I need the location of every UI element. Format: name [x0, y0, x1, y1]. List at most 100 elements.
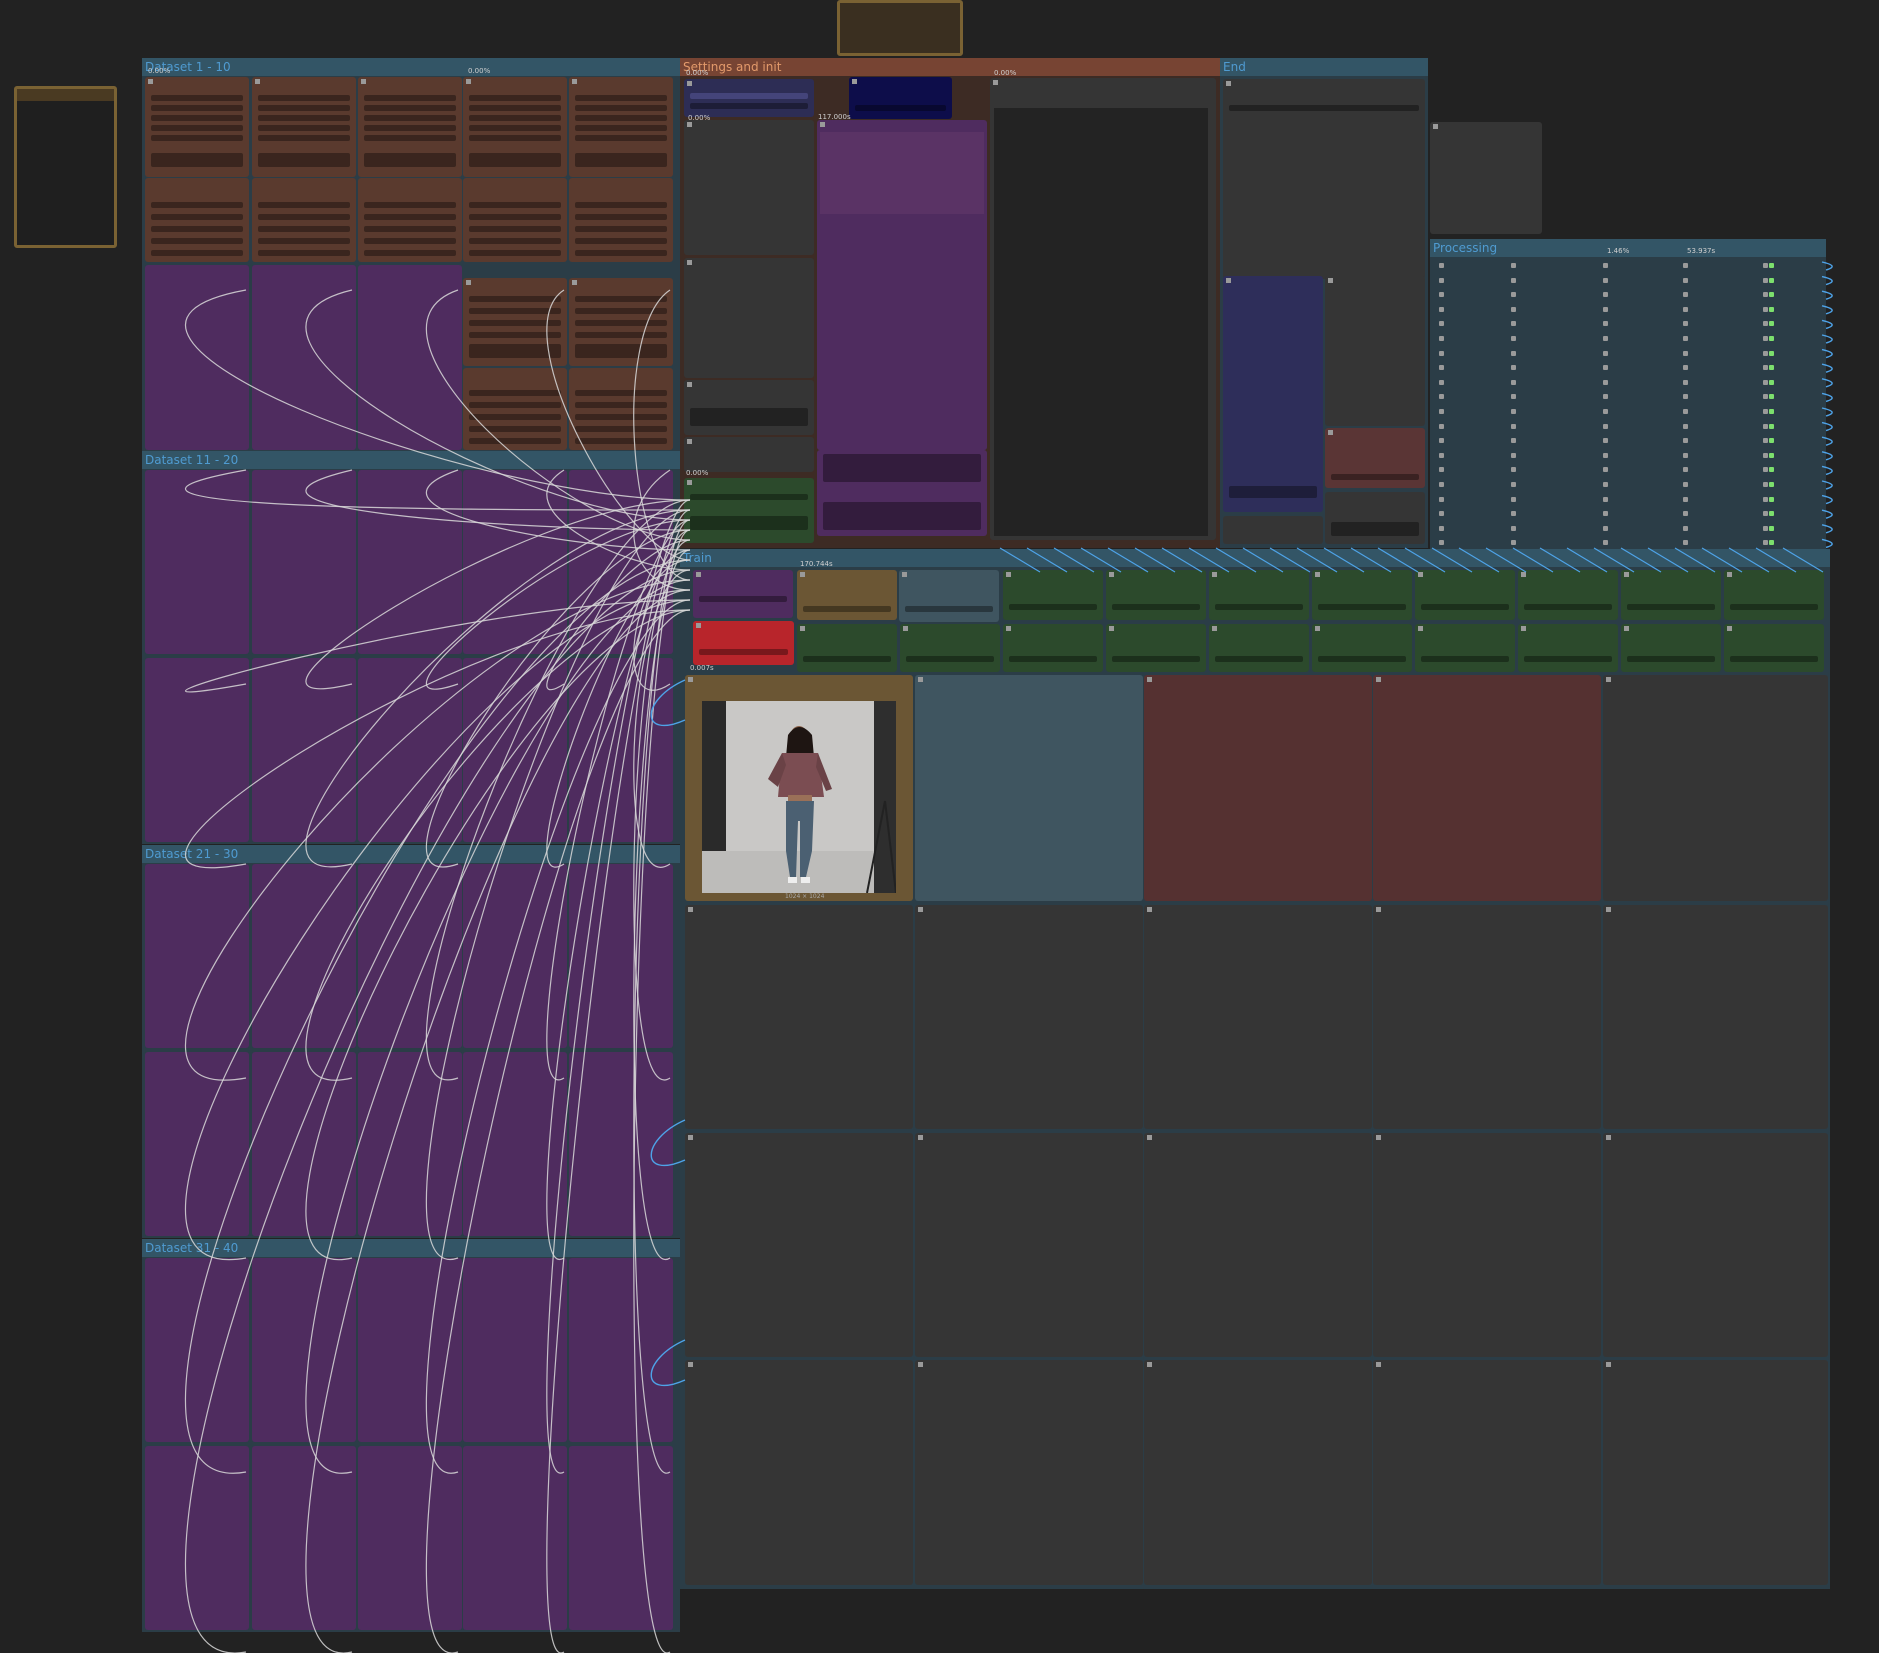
socket-dot[interactable]: [1763, 482, 1768, 487]
settings-node-model[interactable]: [684, 79, 814, 117]
float-node-right[interactable]: [1430, 122, 1542, 234]
socket-dot[interactable]: [1511, 263, 1516, 268]
preview-node-empty[interactable]: [915, 905, 1143, 1129]
socket-dot[interactable]: [1683, 336, 1688, 341]
dataset-caption-node[interactable]: [252, 178, 356, 262]
settings-node-list[interactable]: [684, 120, 814, 255]
dataset-caption-node[interactable]: [463, 178, 567, 262]
train-step-node[interactable]: [1003, 570, 1103, 620]
socket-dot[interactable]: [1603, 379, 1608, 385]
socket-dot[interactable]: [1439, 496, 1444, 502]
preview-node-empty[interactable]: [1373, 905, 1601, 1129]
socket-dot[interactable]: [1763, 336, 1768, 341]
socket-dot[interactable]: [1769, 379, 1774, 385]
dataset-node-collapsed[interactable]: [145, 658, 249, 842]
dataset-node-collapsed[interactable]: [252, 658, 356, 842]
train-step-node[interactable]: [797, 624, 897, 672]
dataset-node-collapsed[interactable]: [252, 1052, 356, 1236]
preview-node-empty[interactable]: [685, 1133, 913, 1357]
train-step-node[interactable]: [900, 624, 1000, 672]
socket-dot[interactable]: [1603, 350, 1608, 356]
socket-dot[interactable]: [1511, 321, 1516, 327]
dataset-node-collapsed[interactable]: [145, 1258, 249, 1442]
socket-dot[interactable]: [1439, 263, 1444, 268]
socket-dot[interactable]: [1439, 511, 1444, 517]
socket-dot[interactable]: [1439, 438, 1444, 444]
socket-dot[interactable]: [1763, 321, 1768, 327]
dataset-node-collapsed[interactable]: [358, 1258, 462, 1442]
socket-dot[interactable]: [1439, 452, 1444, 458]
dataset-caption-node[interactable]: [569, 368, 673, 450]
loose-frame-node-left[interactable]: [14, 86, 117, 248]
socket-dot[interactable]: [1603, 321, 1608, 327]
settings-node-prompt-2[interactable]: [817, 410, 987, 450]
train-step-node[interactable]: [1209, 624, 1309, 672]
socket-dot[interactable]: [1763, 306, 1768, 312]
socket-dot[interactable]: [1683, 409, 1688, 414]
socket-dot[interactable]: [1769, 525, 1774, 531]
dataset-node-collapsed[interactable]: [463, 1258, 567, 1442]
train-step-node[interactable]: [1106, 570, 1206, 620]
socket-dot[interactable]: [1683, 365, 1688, 371]
settings-node-green[interactable]: [684, 478, 814, 543]
socket-dot[interactable]: [1769, 409, 1774, 414]
socket-dot[interactable]: [1603, 263, 1608, 268]
preview-node-empty[interactable]: [685, 1360, 913, 1585]
socket-dot[interactable]: [1511, 277, 1516, 283]
dataset-node-collapsed[interactable]: [463, 1446, 567, 1630]
socket-dot[interactable]: [1511, 467, 1516, 473]
socket-dot[interactable]: [1511, 306, 1516, 312]
socket-dot[interactable]: [1769, 263, 1774, 268]
socket-dot[interactable]: [1511, 409, 1516, 414]
preview-node-empty[interactable]: [1603, 1360, 1828, 1585]
dataset-load-node[interactable]: [569, 77, 673, 177]
socket-dot[interactable]: [1769, 540, 1774, 546]
socket-dot[interactable]: [1763, 263, 1768, 268]
socket-dot[interactable]: [1683, 306, 1688, 312]
train-node-red[interactable]: [693, 621, 794, 665]
preview-node-empty[interactable]: [1144, 1360, 1372, 1585]
settings-node-list-2[interactable]: [684, 258, 814, 378]
socket-dot[interactable]: [1511, 496, 1516, 502]
socket-dot[interactable]: [1763, 438, 1768, 444]
preview-node-4[interactable]: [1373, 675, 1601, 901]
socket-dot[interactable]: [1439, 379, 1444, 385]
socket-dot[interactable]: [1683, 540, 1688, 546]
socket-dot[interactable]: [1683, 496, 1688, 502]
socket-dot[interactable]: [1603, 525, 1608, 531]
socket-dot[interactable]: [1603, 511, 1608, 517]
socket-dot[interactable]: [1511, 540, 1516, 546]
dataset-node-collapsed[interactable]: [569, 1258, 673, 1442]
dataset-node-collapsed[interactable]: [252, 1446, 356, 1630]
node-graph-canvas[interactable]: Dataset 1 - 10 Dataset 11 - 20 Dataset 2…: [0, 0, 1879, 1653]
socket-dot[interactable]: [1683, 511, 1688, 517]
socket-dot[interactable]: [1769, 365, 1774, 371]
dataset-caption-node[interactable]: [463, 368, 567, 450]
train-node-slate[interactable]: [899, 570, 999, 622]
dataset-load-node[interactable]: [252, 77, 356, 177]
socket-dot[interactable]: [1763, 292, 1768, 298]
socket-dot[interactable]: [1603, 540, 1608, 546]
socket-dot[interactable]: [1439, 350, 1444, 356]
settings-node-small[interactable]: [684, 380, 814, 435]
dataset-caption-node[interactable]: [145, 178, 249, 262]
dataset-load-node[interactable]: [569, 278, 673, 366]
socket-dot[interactable]: [1683, 452, 1688, 458]
dataset-node-collapsed[interactable]: [358, 265, 462, 450]
dataset-node-collapsed[interactable]: [252, 864, 356, 1048]
dataset-load-node[interactable]: [463, 77, 567, 177]
socket-dot[interactable]: [1769, 438, 1774, 444]
socket-dot[interactable]: [1603, 467, 1608, 473]
socket-dot[interactable]: [1439, 482, 1444, 487]
dataset-node-collapsed[interactable]: [569, 1446, 673, 1630]
train-step-node[interactable]: [1106, 624, 1206, 672]
socket-dot[interactable]: [1603, 292, 1608, 298]
train-step-node[interactable]: [1621, 570, 1721, 620]
socket-dot[interactable]: [1683, 467, 1688, 473]
socket-dot[interactable]: [1763, 423, 1768, 429]
socket-dot[interactable]: [1683, 525, 1688, 531]
socket-dot[interactable]: [1763, 350, 1768, 356]
socket-dot[interactable]: [1439, 409, 1444, 414]
train-step-node[interactable]: [1518, 624, 1618, 672]
dataset-node-collapsed[interactable]: [463, 1052, 567, 1236]
